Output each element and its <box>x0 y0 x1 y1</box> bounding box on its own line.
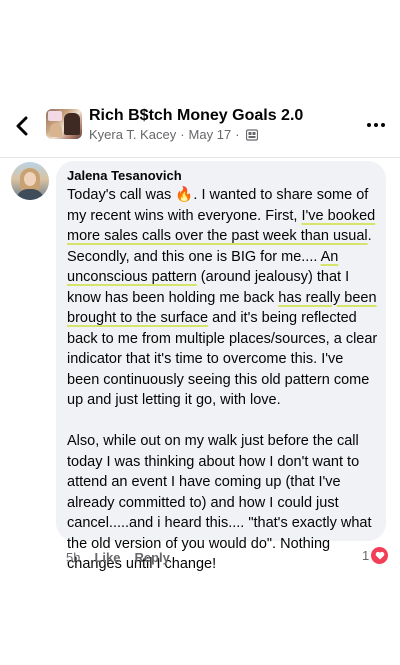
comment-text: been continuously seeing this old patter… <box>67 371 370 388</box>
comment-line: cancel.....and i heard this.... "that's … <box>67 513 385 534</box>
comment-line: been continuously seeing this old patter… <box>67 370 385 391</box>
more-dot <box>374 123 378 127</box>
comment-author[interactable]: Jalena Tesanovich <box>67 168 182 183</box>
group-name[interactable]: Rich B$tch Money Goals 2.0 <box>89 107 303 125</box>
comment-text: know has been holding me back <box>67 289 279 306</box>
highlighted-text: brought to the surface <box>67 310 209 326</box>
post-header: Rich B$tch Money Goals 2.0 Kyera T. Kace… <box>0 96 400 158</box>
comment-text: back to me from multiple places/sources,… <box>67 330 378 347</box>
meta-separator: · <box>180 127 185 142</box>
group-cover-thumbnail[interactable] <box>46 109 82 139</box>
comment-line: Today's call was 🔥. I wanted to share so… <box>67 185 385 206</box>
back-button[interactable] <box>10 114 34 138</box>
comment-line: Secondly, and this one is BIG for me....… <box>67 247 385 268</box>
comment-line: indicator that it's time to overcome thi… <box>67 349 385 370</box>
comment-line: know has been holding me back has really… <box>67 288 385 309</box>
comment-line: my recent wins with everyone. First, I'v… <box>67 206 385 227</box>
love-reaction-icon <box>371 547 389 564</box>
commenter-avatar[interactable] <box>11 162 49 200</box>
comment-line: back to me from multiple places/sources,… <box>67 329 385 350</box>
highlighted-text: has really been <box>278 289 377 306</box>
comment-text: . <box>367 228 372 244</box>
comment-line: attend an event I have coming up (that I… <box>67 472 385 493</box>
comment-body: Today's call was 🔥. I wanted to share so… <box>67 185 385 575</box>
reaction-summary[interactable]: 1 <box>362 547 389 564</box>
comment-text: today I was thinking about how I don't w… <box>67 453 360 470</box>
reply-button[interactable]: Reply <box>134 550 169 565</box>
comment-text: my recent wins with everyone. First, <box>67 207 302 224</box>
comment-text: Also, while out on my walk just before t… <box>67 433 359 449</box>
comment-time[interactable]: 5h <box>66 550 80 565</box>
post-date[interactable]: May 17 <box>189 127 232 142</box>
comment-line: more sales calls over the past week than… <box>67 226 385 247</box>
more-dot <box>381 123 385 127</box>
more-options-button[interactable] <box>366 117 386 133</box>
like-button[interactable]: Like <box>94 550 120 565</box>
comment-bubble: Jalena Tesanovich Today's call was 🔥. I … <box>56 161 386 572</box>
comment-actions: 5h Like Reply <box>66 550 170 565</box>
comment-text: (around jealousy) that I <box>196 269 350 285</box>
comment-text: . I wanted to share some of <box>193 187 369 203</box>
comment-line: today I was thinking about how I don't w… <box>67 452 385 473</box>
reaction-count: 1 <box>362 548 370 563</box>
highlighted-text: An <box>320 248 339 265</box>
comment-line: brought to the surface and it's being re… <box>67 308 385 329</box>
comment-line: up and just letting it go, with love. <box>67 390 385 411</box>
back-arrow-icon <box>16 116 28 136</box>
comment-text: indicator that it's time to overcome thi… <box>67 351 344 367</box>
comment-text: Today's call was <box>67 187 176 203</box>
comment-line: unconscious pattern (around jealousy) th… <box>67 267 385 288</box>
highlighted-text: unconscious pattern <box>67 269 197 285</box>
comment-text: attend an event I have coming up (that I… <box>67 474 341 490</box>
more-dot <box>367 123 371 127</box>
comment-text: and it's being reflected <box>208 310 357 326</box>
comment-text: up and just letting it go, with love. <box>67 392 281 408</box>
fire-emoji: 🔥 <box>175 187 194 203</box>
comment-line: Also, while out on my walk just before t… <box>67 431 385 452</box>
comment-text: Secondly, and this one is BIG for me.... <box>67 248 321 265</box>
post-meta: Kyera T. Kacey · May 17 · <box>89 127 258 142</box>
highlighted-text: I've booked <box>301 207 376 224</box>
comment-text: cancel.....and i heard this.... "that's … <box>67 515 372 531</box>
comment-line: already committed to) and how I could ju… <box>67 493 385 514</box>
meta-separator-2: · <box>235 127 240 142</box>
group-members-icon <box>245 128 258 141</box>
comment-text: already committed to) and how I could ju… <box>67 494 339 511</box>
highlighted-text: more sales calls over the past week than… <box>67 228 368 244</box>
poster-name[interactable]: Kyera T. Kacey <box>89 127 176 142</box>
